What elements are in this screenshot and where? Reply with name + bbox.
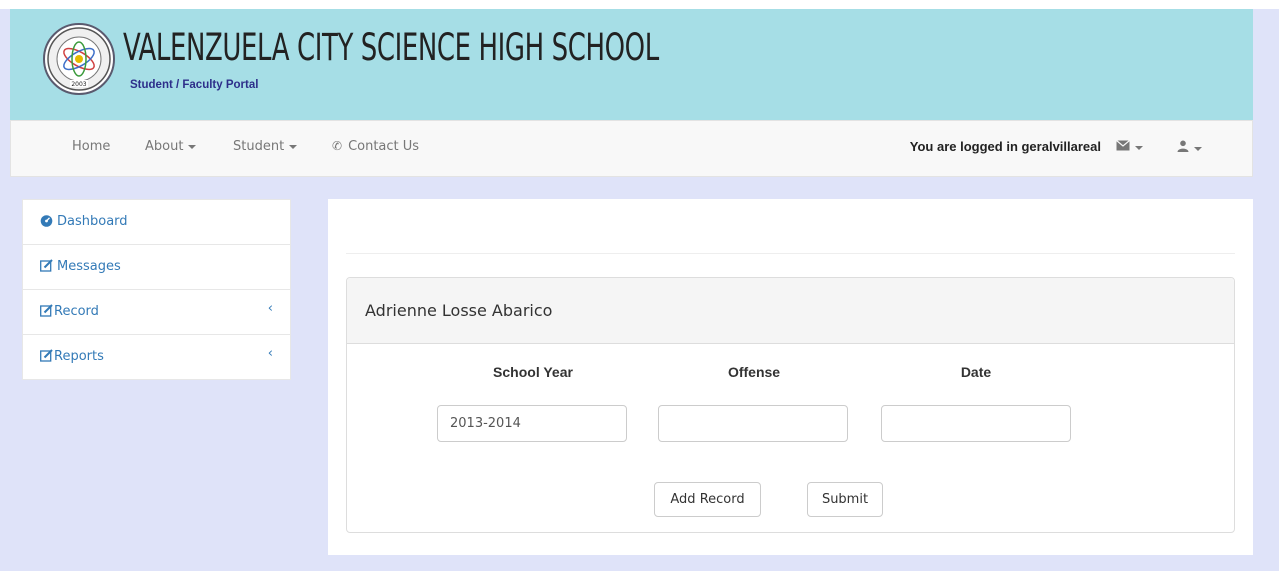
caret-down-icon — [1135, 145, 1143, 150]
edit-icon — [40, 259, 53, 272]
panel-heading: Adrienne Losse Abarico — [347, 278, 1234, 344]
navbar: Home About Student ✆ Contact Us You are l… — [10, 120, 1253, 177]
column-header-date: Date — [960, 364, 992, 380]
envelope-icon — [1116, 140, 1130, 151]
sidebar: Dashboard Messages Record ‹ Reports ‹ — [22, 199, 291, 380]
phone-icon: ✆ — [332, 139, 343, 153]
nav-student-label: Student — [233, 139, 285, 154]
sidebar-item-label: Messages — [57, 259, 121, 274]
chevron-left-icon: ‹ — [267, 346, 273, 361]
nav-about[interactable]: About — [145, 139, 197, 154]
caret-down-icon — [188, 144, 197, 149]
submit-button[interactable]: Submit — [807, 482, 883, 517]
student-name: Adrienne Losse Abarico — [365, 301, 553, 320]
add-record-button[interactable]: Add Record — [654, 482, 761, 517]
nav-home[interactable]: Home — [72, 139, 110, 154]
nav-contact[interactable]: ✆ Contact Us — [332, 139, 419, 154]
header-banner: 2003 VALENZUELA CITY SCIENCE HIGH SCHOOL… — [10, 9, 1253, 120]
edit-icon — [40, 304, 53, 317]
sidebar-item-reports[interactable]: Reports ‹ — [23, 335, 290, 379]
user-icon — [1177, 140, 1189, 152]
sidebar-item-label: Reports — [54, 349, 104, 364]
offense-input[interactable] — [658, 405, 848, 442]
dashboard-icon — [40, 215, 53, 227]
user-dropdown[interactable] — [1177, 140, 1202, 156]
caret-down-icon — [1194, 146, 1202, 151]
logged-in-text: You are logged in geralvillareal — [909, 139, 1101, 154]
page: 2003 VALENZUELA CITY SCIENCE HIGH SCHOOL… — [10, 9, 1253, 177]
edit-icon — [40, 349, 53, 362]
nav-student[interactable]: Student — [233, 139, 298, 154]
date-input[interactable] — [881, 405, 1071, 442]
sidebar-item-dashboard[interactable]: Dashboard — [23, 200, 290, 245]
main-content: Adrienne Losse Abarico School Year Offen… — [328, 199, 1253, 555]
sidebar-item-messages[interactable]: Messages — [23, 245, 290, 290]
sidebar-item-label: Record — [54, 304, 99, 319]
top-strip — [0, 0, 1279, 9]
school-name: VALENZUELA CITY SCIENCE HIGH SCHOOL — [123, 26, 659, 69]
school-year-input[interactable] — [437, 405, 627, 442]
messages-dropdown[interactable] — [1116, 140, 1143, 155]
caret-down-icon — [289, 144, 298, 149]
portal-subtitle: Student / Faculty Portal — [130, 79, 259, 91]
record-panel: Adrienne Losse Abarico School Year Offen… — [346, 277, 1235, 533]
column-header-offense: Offense — [727, 364, 781, 380]
sidebar-item-label: Dashboard — [57, 214, 128, 229]
nav-about-label: About — [145, 139, 184, 154]
nav-contact-label: Contact Us — [348, 139, 420, 154]
chevron-left-icon: ‹ — [267, 301, 273, 316]
sidebar-item-record[interactable]: Record ‹ — [23, 290, 290, 335]
divider — [346, 253, 1235, 254]
svg-text:2003: 2003 — [71, 81, 86, 88]
column-header-school-year: School Year — [493, 364, 573, 380]
school-logo: 2003 — [43, 23, 115, 95]
